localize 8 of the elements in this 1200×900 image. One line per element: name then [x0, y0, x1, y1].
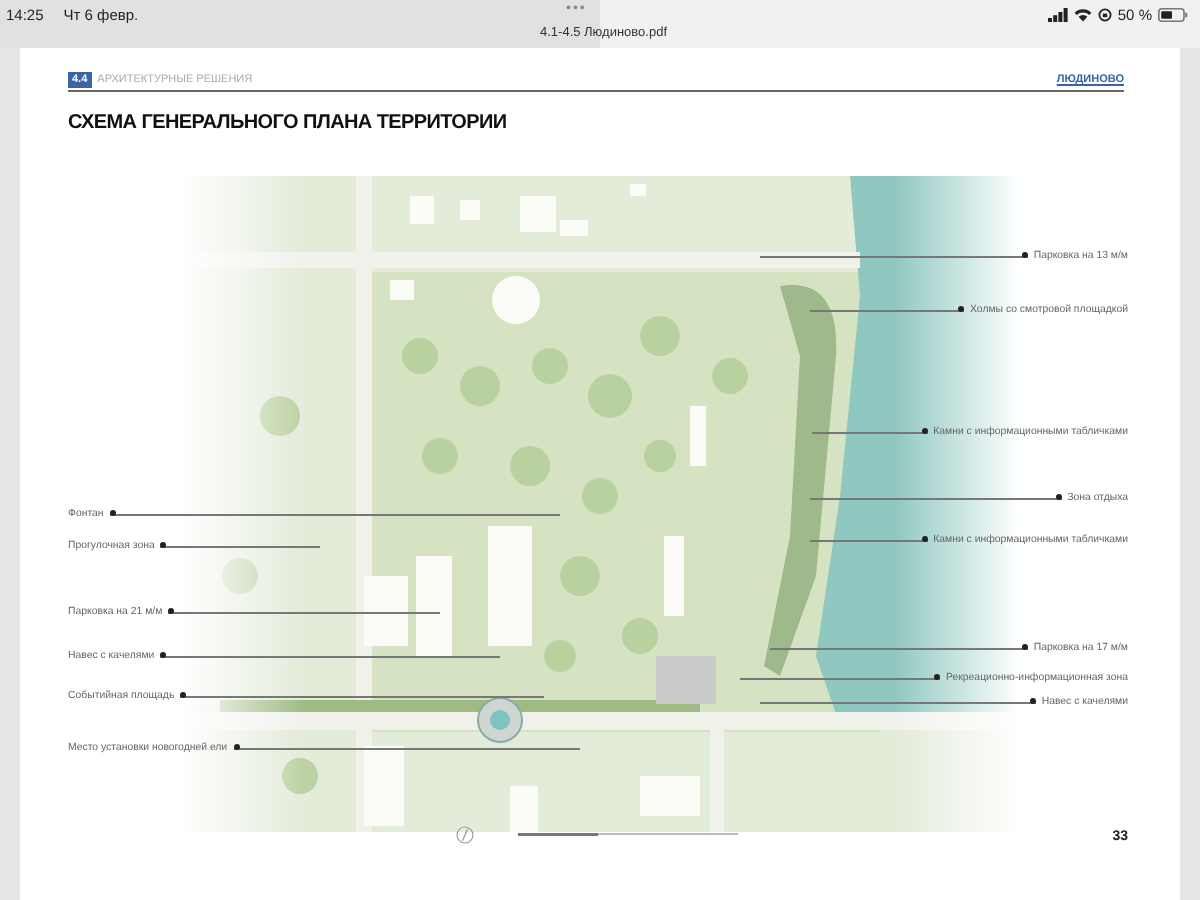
battery-icon	[1158, 8, 1188, 23]
leader-line	[812, 428, 928, 436]
wifi-icon	[1073, 8, 1092, 23]
slide-title: СХЕМА ГЕНЕРАЛЬНОГО ПЛАНА ТЕРРИТОРИИ	[68, 112, 507, 136]
leader-line	[810, 536, 928, 544]
rotation-lock-icon	[1097, 8, 1112, 23]
signal-icon	[1047, 8, 1068, 23]
north-arrow-icon	[456, 826, 474, 844]
